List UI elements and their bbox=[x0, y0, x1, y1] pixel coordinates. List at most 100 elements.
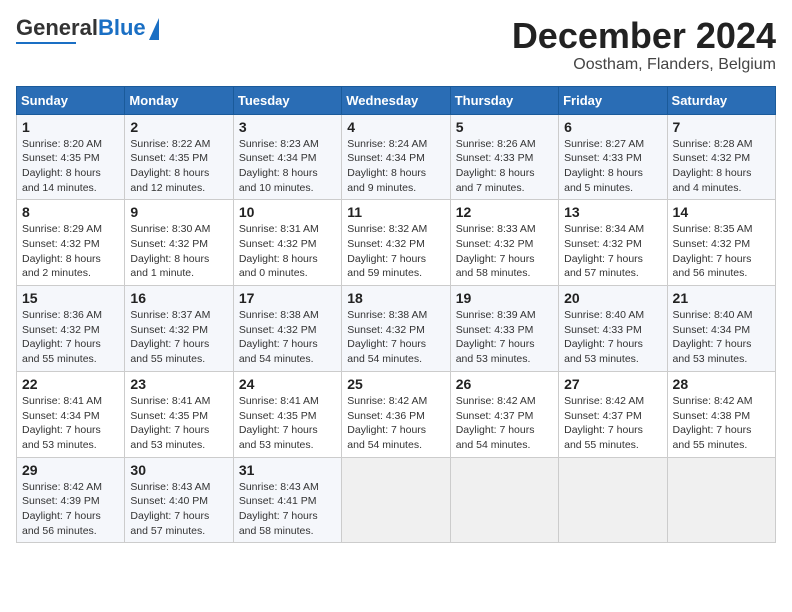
day-detail: Sunrise: 8:40 AMSunset: 4:33 PMDaylight:… bbox=[564, 309, 644, 365]
calendar-week-row: 22 Sunrise: 8:41 AMSunset: 4:34 PMDaylig… bbox=[17, 371, 776, 457]
calendar-day-cell: 18 Sunrise: 8:38 AMSunset: 4:32 PMDaylig… bbox=[342, 286, 450, 372]
calendar-day-cell: 12 Sunrise: 8:33 AMSunset: 4:32 PMDaylig… bbox=[450, 200, 558, 286]
calendar-day-cell: 8 Sunrise: 8:29 AMSunset: 4:32 PMDayligh… bbox=[17, 200, 125, 286]
calendar-day-cell: 26 Sunrise: 8:42 AMSunset: 4:37 PMDaylig… bbox=[450, 371, 558, 457]
day-number: 15 bbox=[22, 290, 119, 306]
day-number: 25 bbox=[347, 376, 444, 392]
day-number: 13 bbox=[564, 204, 661, 220]
day-detail: Sunrise: 8:38 AMSunset: 4:32 PMDaylight:… bbox=[239, 309, 319, 365]
day-detail: Sunrise: 8:24 AMSunset: 4:34 PMDaylight:… bbox=[347, 138, 427, 194]
day-number: 30 bbox=[130, 462, 227, 478]
day-number: 10 bbox=[239, 204, 336, 220]
calendar-day-cell: 1 Sunrise: 8:20 AMSunset: 4:35 PMDayligh… bbox=[17, 114, 125, 200]
calendar-week-row: 15 Sunrise: 8:36 AMSunset: 4:32 PMDaylig… bbox=[17, 286, 776, 372]
day-number: 2 bbox=[130, 119, 227, 135]
day-detail: Sunrise: 8:27 AMSunset: 4:33 PMDaylight:… bbox=[564, 138, 644, 194]
day-detail: Sunrise: 8:38 AMSunset: 4:32 PMDaylight:… bbox=[347, 309, 427, 365]
day-detail: Sunrise: 8:42 AMSunset: 4:39 PMDaylight:… bbox=[22, 481, 102, 537]
day-detail: Sunrise: 8:23 AMSunset: 4:34 PMDaylight:… bbox=[239, 138, 319, 194]
day-number: 1 bbox=[22, 119, 119, 135]
calendar-day-cell: 29 Sunrise: 8:42 AMSunset: 4:39 PMDaylig… bbox=[17, 457, 125, 543]
calendar-day-cell: 19 Sunrise: 8:39 AMSunset: 4:33 PMDaylig… bbox=[450, 286, 558, 372]
day-detail: Sunrise: 8:43 AMSunset: 4:40 PMDaylight:… bbox=[130, 481, 210, 537]
day-number: 18 bbox=[347, 290, 444, 306]
day-detail: Sunrise: 8:30 AMSunset: 4:32 PMDaylight:… bbox=[130, 223, 210, 279]
calendar-day-cell: 9 Sunrise: 8:30 AMSunset: 4:32 PMDayligh… bbox=[125, 200, 233, 286]
calendar-day-cell: 14 Sunrise: 8:35 AMSunset: 4:32 PMDaylig… bbox=[667, 200, 775, 286]
calendar-day-cell: 30 Sunrise: 8:43 AMSunset: 4:40 PMDaylig… bbox=[125, 457, 233, 543]
calendar-day-cell: 27 Sunrise: 8:42 AMSunset: 4:37 PMDaylig… bbox=[559, 371, 667, 457]
weekday-header: Thursday bbox=[450, 86, 558, 114]
day-number: 7 bbox=[673, 119, 770, 135]
day-number: 31 bbox=[239, 462, 336, 478]
day-detail: Sunrise: 8:42 AMSunset: 4:37 PMDaylight:… bbox=[564, 395, 644, 451]
calendar-day-cell: 13 Sunrise: 8:34 AMSunset: 4:32 PMDaylig… bbox=[559, 200, 667, 286]
calendar-day-cell bbox=[667, 457, 775, 543]
weekday-header-row: SundayMondayTuesdayWednesdayThursdayFrid… bbox=[17, 86, 776, 114]
day-detail: Sunrise: 8:41 AMSunset: 4:34 PMDaylight:… bbox=[22, 395, 102, 451]
calendar-week-row: 1 Sunrise: 8:20 AMSunset: 4:35 PMDayligh… bbox=[17, 114, 776, 200]
day-detail: Sunrise: 8:42 AMSunset: 4:37 PMDaylight:… bbox=[456, 395, 536, 451]
day-number: 6 bbox=[564, 119, 661, 135]
calendar-day-cell: 6 Sunrise: 8:27 AMSunset: 4:33 PMDayligh… bbox=[559, 114, 667, 200]
day-number: 26 bbox=[456, 376, 553, 392]
day-number: 17 bbox=[239, 290, 336, 306]
calendar-day-cell: 23 Sunrise: 8:41 AMSunset: 4:35 PMDaylig… bbox=[125, 371, 233, 457]
title-area: December 2024 Oostham, Flanders, Belgium bbox=[512, 16, 776, 74]
day-detail: Sunrise: 8:42 AMSunset: 4:36 PMDaylight:… bbox=[347, 395, 427, 451]
calendar-day-cell bbox=[342, 457, 450, 543]
day-detail: Sunrise: 8:41 AMSunset: 4:35 PMDaylight:… bbox=[130, 395, 210, 451]
day-number: 16 bbox=[130, 290, 227, 306]
calendar-day-cell: 3 Sunrise: 8:23 AMSunset: 4:34 PMDayligh… bbox=[233, 114, 341, 200]
calendar-day-cell: 21 Sunrise: 8:40 AMSunset: 4:34 PMDaylig… bbox=[667, 286, 775, 372]
calendar-day-cell: 20 Sunrise: 8:40 AMSunset: 4:33 PMDaylig… bbox=[559, 286, 667, 372]
calendar-day-cell: 15 Sunrise: 8:36 AMSunset: 4:32 PMDaylig… bbox=[17, 286, 125, 372]
calendar-day-cell bbox=[450, 457, 558, 543]
day-detail: Sunrise: 8:43 AMSunset: 4:41 PMDaylight:… bbox=[239, 481, 319, 537]
day-number: 28 bbox=[673, 376, 770, 392]
day-number: 3 bbox=[239, 119, 336, 135]
calendar-day-cell: 5 Sunrise: 8:26 AMSunset: 4:33 PMDayligh… bbox=[450, 114, 558, 200]
day-number: 24 bbox=[239, 376, 336, 392]
logo: GeneralBlue bbox=[16, 16, 159, 44]
day-number: 29 bbox=[22, 462, 119, 478]
calendar-day-cell: 7 Sunrise: 8:28 AMSunset: 4:32 PMDayligh… bbox=[667, 114, 775, 200]
calendar-day-cell bbox=[559, 457, 667, 543]
day-detail: Sunrise: 8:35 AMSunset: 4:32 PMDaylight:… bbox=[673, 223, 753, 279]
location-label: Oostham, Flanders, Belgium bbox=[512, 56, 776, 74]
weekday-header: Saturday bbox=[667, 86, 775, 114]
day-detail: Sunrise: 8:26 AMSunset: 4:33 PMDaylight:… bbox=[456, 138, 536, 194]
day-number: 27 bbox=[564, 376, 661, 392]
calendar-day-cell: 31 Sunrise: 8:43 AMSunset: 4:41 PMDaylig… bbox=[233, 457, 341, 543]
month-title: December 2024 bbox=[512, 16, 776, 56]
logo-arrow-icon bbox=[149, 18, 159, 40]
day-number: 9 bbox=[130, 204, 227, 220]
weekday-header: Wednesday bbox=[342, 86, 450, 114]
day-number: 8 bbox=[22, 204, 119, 220]
day-detail: Sunrise: 8:32 AMSunset: 4:32 PMDaylight:… bbox=[347, 223, 427, 279]
calendar-day-cell: 11 Sunrise: 8:32 AMSunset: 4:32 PMDaylig… bbox=[342, 200, 450, 286]
day-number: 14 bbox=[673, 204, 770, 220]
day-number: 22 bbox=[22, 376, 119, 392]
weekday-header: Sunday bbox=[17, 86, 125, 114]
day-number: 12 bbox=[456, 204, 553, 220]
calendar-week-row: 29 Sunrise: 8:42 AMSunset: 4:39 PMDaylig… bbox=[17, 457, 776, 543]
day-detail: Sunrise: 8:36 AMSunset: 4:32 PMDaylight:… bbox=[22, 309, 102, 365]
day-number: 21 bbox=[673, 290, 770, 306]
day-detail: Sunrise: 8:33 AMSunset: 4:32 PMDaylight:… bbox=[456, 223, 536, 279]
day-number: 4 bbox=[347, 119, 444, 135]
day-number: 20 bbox=[564, 290, 661, 306]
day-detail: Sunrise: 8:42 AMSunset: 4:38 PMDaylight:… bbox=[673, 395, 753, 451]
day-detail: Sunrise: 8:41 AMSunset: 4:35 PMDaylight:… bbox=[239, 395, 319, 451]
calendar-day-cell: 28 Sunrise: 8:42 AMSunset: 4:38 PMDaylig… bbox=[667, 371, 775, 457]
page-header: GeneralBlue December 2024 Oostham, Fland… bbox=[16, 16, 776, 74]
weekday-header: Friday bbox=[559, 86, 667, 114]
weekday-header: Tuesday bbox=[233, 86, 341, 114]
logo-underline bbox=[16, 42, 76, 44]
logo-text: GeneralBlue bbox=[16, 17, 146, 39]
day-detail: Sunrise: 8:29 AMSunset: 4:32 PMDaylight:… bbox=[22, 223, 102, 279]
day-detail: Sunrise: 8:28 AMSunset: 4:32 PMDaylight:… bbox=[673, 138, 753, 194]
calendar-day-cell: 4 Sunrise: 8:24 AMSunset: 4:34 PMDayligh… bbox=[342, 114, 450, 200]
day-number: 23 bbox=[130, 376, 227, 392]
calendar-day-cell: 24 Sunrise: 8:41 AMSunset: 4:35 PMDaylig… bbox=[233, 371, 341, 457]
